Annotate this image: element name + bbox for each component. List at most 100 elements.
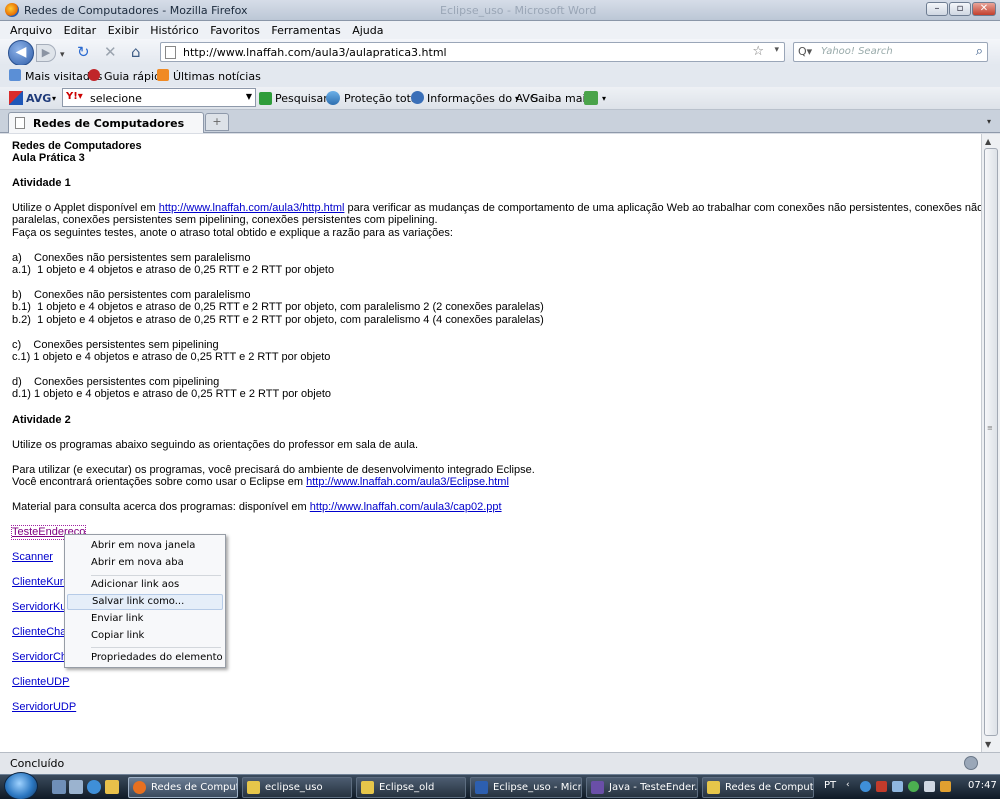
eclipse-link[interactable]: http://www.lnaffah.com/aula3/Eclipse.htm… (306, 476, 509, 488)
security-icon[interactable] (940, 781, 951, 792)
ctx-element-properties[interactable]: Propriedades do elemento (67, 650, 223, 666)
back-button[interactable]: ◀ (8, 40, 34, 66)
search-placeholder[interactable]: Yahoo! Search (821, 46, 893, 57)
item-b2: b.2) 1 objeto e 4 objetos e atraso de 0,… (12, 314, 544, 326)
ctx-open-new-window[interactable]: Abrir em nova janela (67, 538, 223, 554)
avg-search-button[interactable]: Pesquisar (275, 92, 328, 105)
tray-expand-icon[interactable]: ‹ (846, 780, 850, 790)
vertical-scrollbar[interactable]: ▲ ≡ ▼ (981, 134, 1000, 752)
program-link-text[interactable]: ServidorKur (12, 601, 70, 613)
show-desktop-icon[interactable] (52, 780, 66, 794)
volume-icon[interactable] (924, 781, 935, 792)
title-bar[interactable]: Redes de Computadores - Mozilla Firefox … (0, 0, 1000, 21)
reload-icon[interactable]: ↻ (77, 44, 90, 60)
bookmark-star-icon[interactable]: ☆ (752, 44, 764, 59)
program-link-text[interactable]: ClienteUDP (12, 676, 69, 688)
menu-editar[interactable]: Editar (60, 21, 101, 37)
url-bar[interactable]: http://www.lnaffah.com/aula3/aulapratica… (160, 42, 785, 62)
program-link-text[interactable]: ClienteKuro (12, 576, 69, 588)
menu-historico[interactable]: Histórico (146, 21, 202, 37)
avg-status-icon[interactable] (964, 756, 978, 770)
avg-protection-button[interactable]: Proteção total (344, 92, 421, 105)
monitor-icon[interactable] (892, 781, 903, 792)
taskbar-label: Eclipse_old (379, 782, 435, 793)
scroll-thumb[interactable] (984, 148, 998, 736)
bookmark-ultimas-noticias[interactable]: Últimas notícias (173, 70, 261, 83)
forward-button[interactable]: ▶ (36, 44, 56, 62)
language-indicator[interactable]: PT (824, 780, 836, 791)
maximize-button[interactable]: ▫ (949, 2, 971, 16)
ctx-send-link[interactable]: Enviar link (67, 611, 223, 627)
tab-label[interactable]: Redes de Computadores (33, 117, 184, 130)
tab-redes-de-computadores[interactable]: Redes de Computadores (8, 112, 204, 133)
taskbar-item-eclipse-uso[interactable]: eclipse_uso (242, 777, 352, 798)
menu-ajuda[interactable]: Ajuda (348, 21, 387, 37)
page-subheading: Aula Prática 3 (12, 152, 85, 164)
scroll-grip-icon: ≡ (987, 424, 993, 432)
chevron-down-icon[interactable]: ▼ (246, 92, 252, 101)
tray-app-icon[interactable] (908, 781, 919, 792)
taskbar-item-redes[interactable]: Redes de Computa... (702, 777, 814, 798)
close-button[interactable]: ✕ (972, 2, 996, 16)
menu-exibir[interactable]: Exibir (104, 21, 143, 37)
program-link-clientechat[interactable]: ClienteChat (12, 626, 69, 639)
program-link-clienteudp[interactable]: ClienteUDP (12, 676, 69, 689)
taskbar-item-word[interactable]: Eclipse_uso - Micr... (470, 777, 582, 798)
menu-arquivo[interactable]: Arquivo (6, 21, 56, 37)
start-button[interactable] (4, 772, 38, 799)
avg-tray-icon[interactable] (876, 781, 887, 792)
url-dropdown-icon[interactable]: ▾ (774, 45, 779, 55)
avg-brand[interactable]: AVG (26, 92, 51, 105)
menu-ferramentas[interactable]: Ferramentas (267, 21, 344, 37)
program-link-clientekuro[interactable]: ClienteKuro (12, 576, 69, 589)
taskbar-item-eclipse-old[interactable]: Eclipse_old (356, 777, 466, 798)
program-link-text[interactable]: Scanner (12, 551, 53, 563)
scroll-down-icon[interactable]: ▼ (985, 740, 991, 749)
media-icon[interactable] (105, 780, 119, 794)
history-dropdown-icon[interactable]: ▾ (60, 47, 65, 63)
avg-extra-dropdown-icon[interactable]: ▾ (602, 94, 606, 103)
avg-select-value[interactable]: selecione (90, 92, 142, 105)
avg-search-select[interactable]: Y!▾ selecione ▼ (62, 88, 256, 107)
switch-windows-icon[interactable] (69, 780, 83, 794)
search-icon[interactable]: ⌕ (976, 44, 983, 59)
program-link-servidorudp[interactable]: ServidorUDP (12, 701, 76, 714)
program-link-scanner[interactable]: Scanner (12, 551, 53, 564)
ctx-bookmark-link[interactable]: Adicionar link aos favoritos (67, 577, 223, 606)
tab-list-icon[interactable]: ▾ (982, 113, 996, 131)
ctx-save-link-as[interactable]: Salvar link como... (67, 594, 223, 610)
avg-dropdown-icon[interactable]: ▾ (52, 94, 56, 103)
ctx-copy-link[interactable]: Copiar link (67, 628, 223, 644)
minimize-button[interactable]: – (926, 2, 948, 16)
ctx-open-new-tab[interactable]: Abrir em nova aba (67, 555, 223, 571)
ie-icon[interactable] (87, 780, 101, 794)
url-text[interactable]: http://www.lnaffah.com/aula3/aulapratica… (183, 46, 447, 59)
stop-icon[interactable]: ✕ (104, 44, 117, 60)
scroll-up-icon[interactable]: ▲ (985, 137, 991, 146)
avg-more-button[interactable]: Saiba mais (531, 92, 591, 105)
new-tab-button[interactable]: + (205, 113, 229, 131)
program-link-servidorkur[interactable]: ServidorKur (12, 601, 70, 614)
shield-icon (326, 91, 340, 105)
network-icon[interactable] (860, 781, 871, 792)
taskbar-item-java[interactable]: Java - TesteEnder... (586, 777, 698, 798)
clock[interactable]: 07:47 (968, 780, 997, 791)
bookmark-icon (88, 69, 100, 81)
window-title: Redes de Computadores - Mozilla Firefox (24, 4, 248, 17)
avg-info-button[interactable]: Informações do AVG (427, 92, 538, 105)
taskbar-item-firefox[interactable]: Redes de Comput... (128, 777, 238, 798)
avg-extra-icon[interactable] (584, 91, 598, 105)
yahoo-icon: Y!▾ (66, 91, 83, 102)
avg-info-dropdown-icon[interactable]: ▾ (515, 94, 519, 103)
page-icon (165, 46, 176, 59)
menu-favoritos[interactable]: Favoritos (206, 21, 264, 37)
cap02-link[interactable]: http://www.lnaffah.com/aula3/cap02.ppt (310, 501, 502, 513)
program-link-text[interactable]: ServidorUDP (12, 701, 76, 713)
home-icon[interactable]: ⌂ (131, 44, 141, 60)
text: para verificar as mudanças de comportame… (344, 202, 1000, 214)
search-engine-icon[interactable]: Q▾ (798, 45, 812, 58)
item-a1: a.1) 1 objeto e 4 objetos e atraso de 0,… (12, 264, 335, 276)
applet-link[interactable]: http://www.lnaffah.com/aula3/http.html (159, 202, 345, 214)
program-link-text[interactable]: ClienteChat (12, 626, 69, 638)
search-box[interactable]: Q▾ Yahoo! Search ⌕ (793, 42, 988, 62)
